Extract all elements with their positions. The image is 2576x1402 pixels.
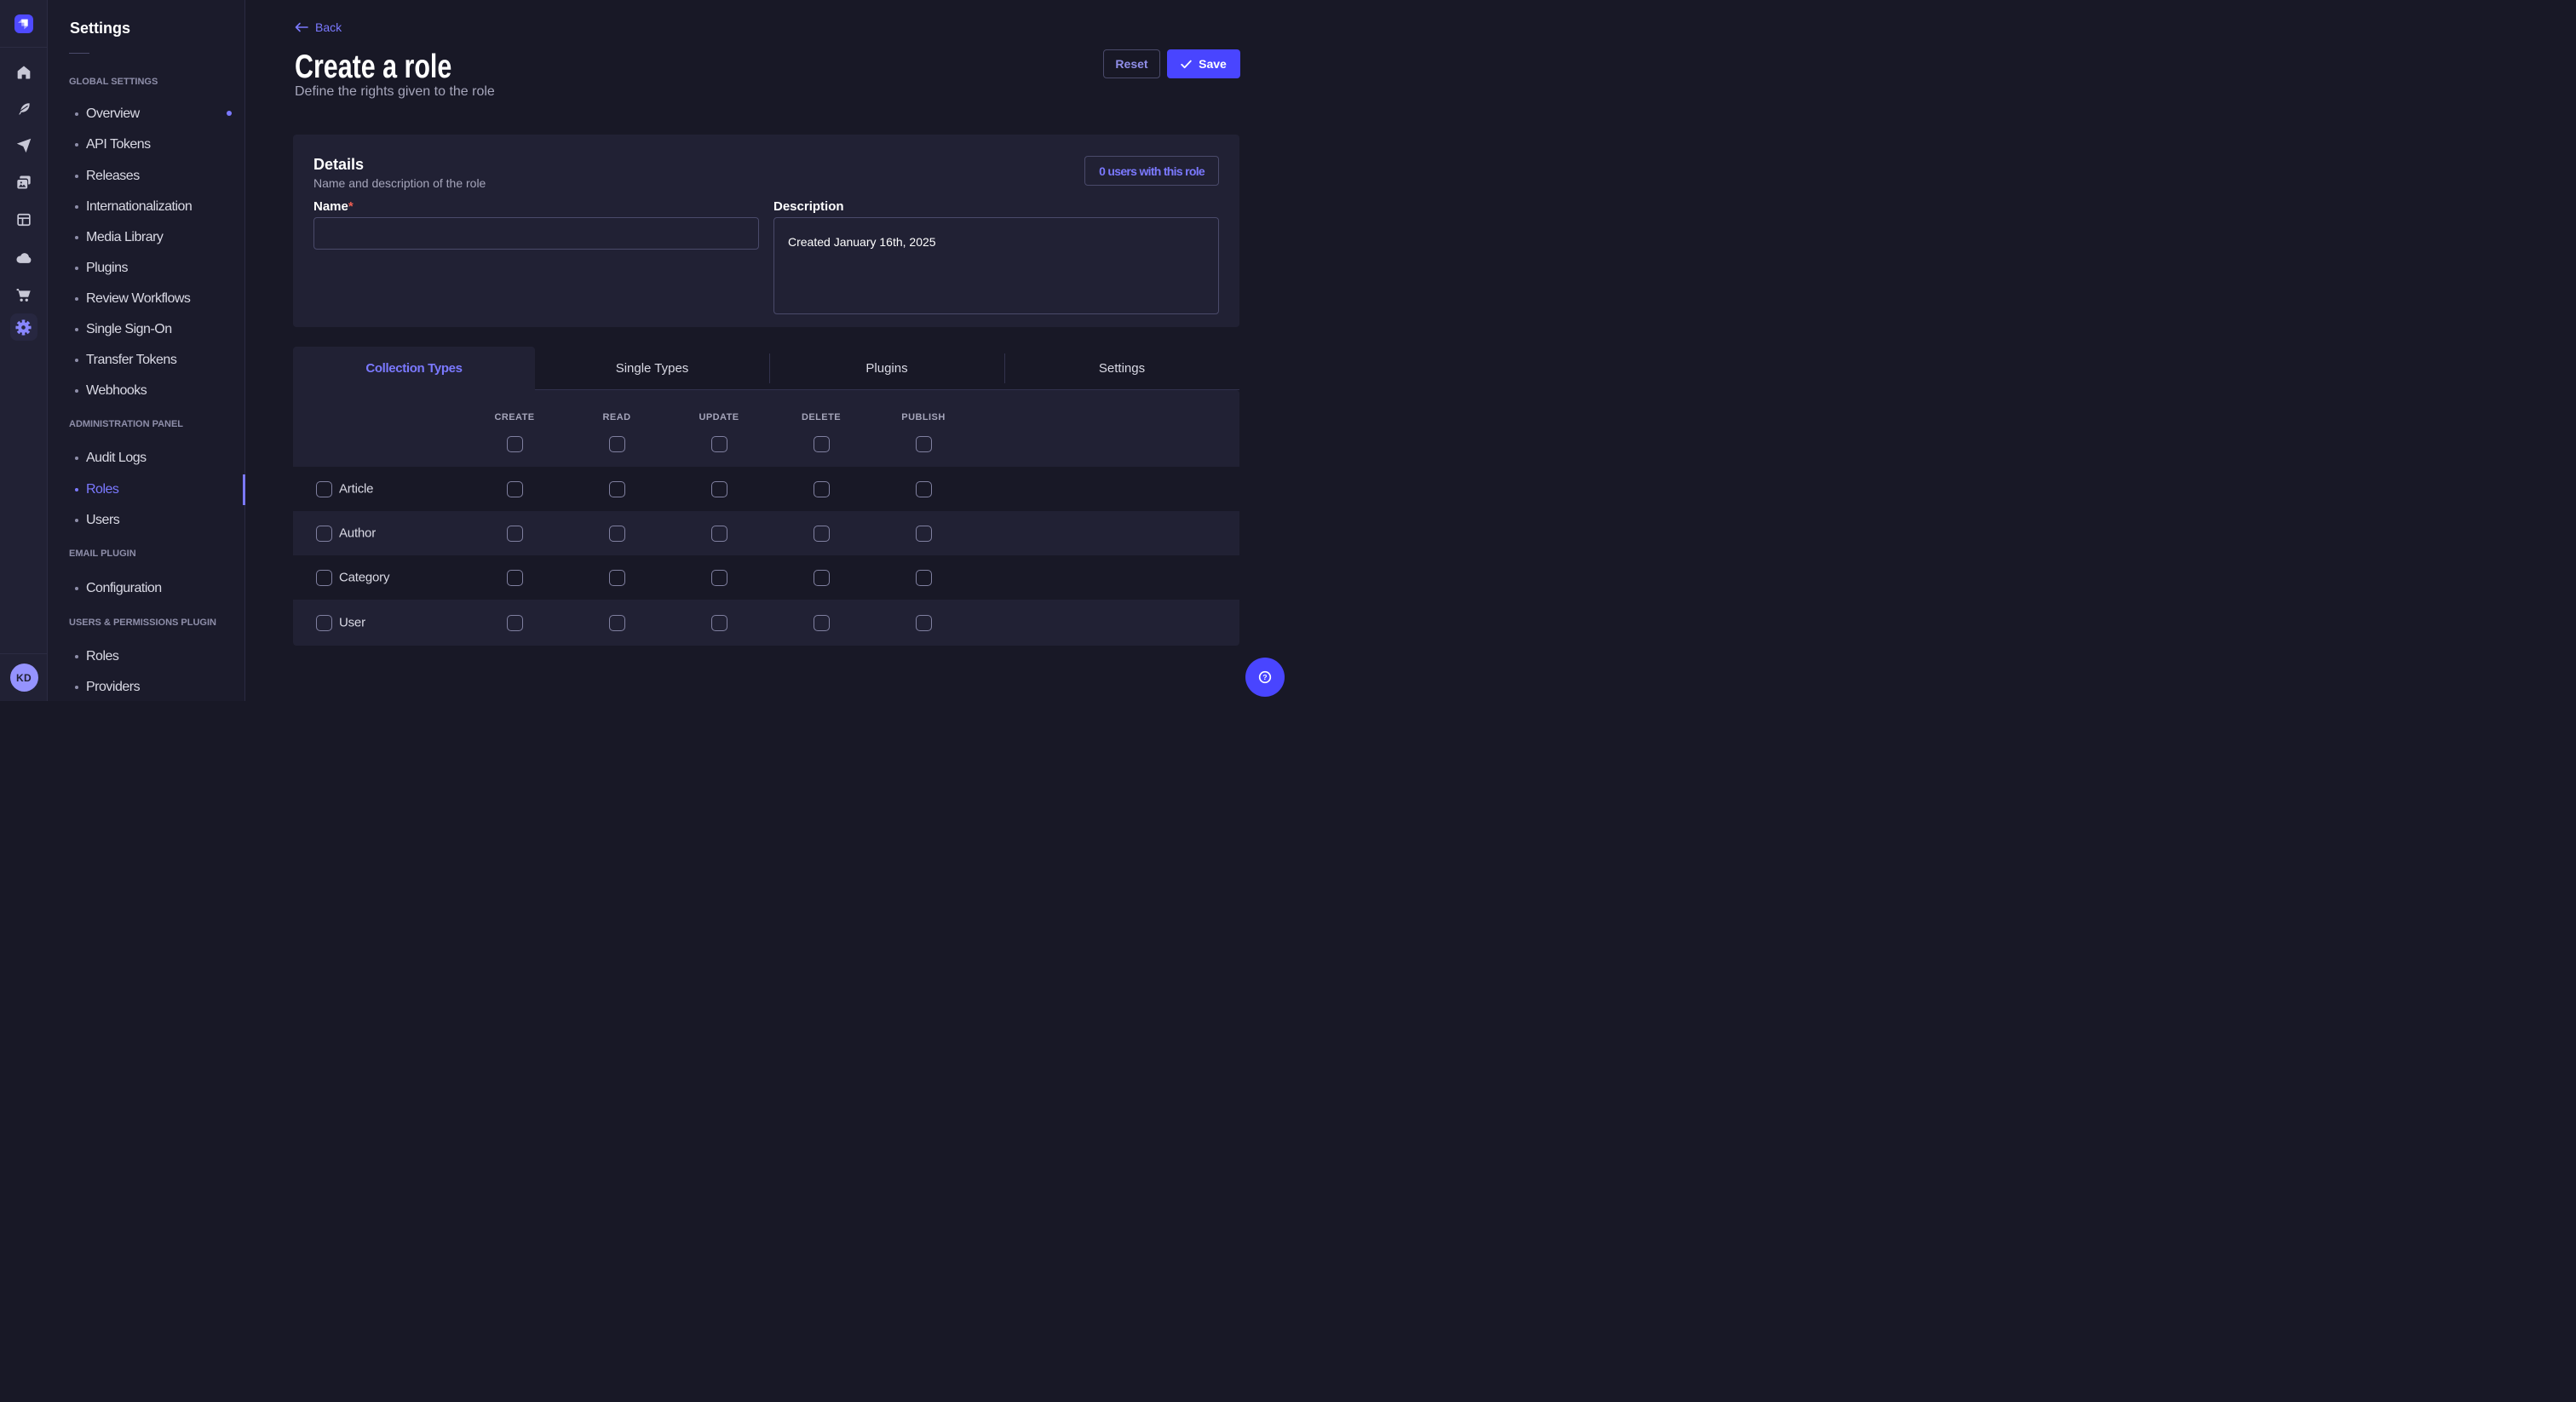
svg-text:?: ? — [1262, 673, 1267, 681]
